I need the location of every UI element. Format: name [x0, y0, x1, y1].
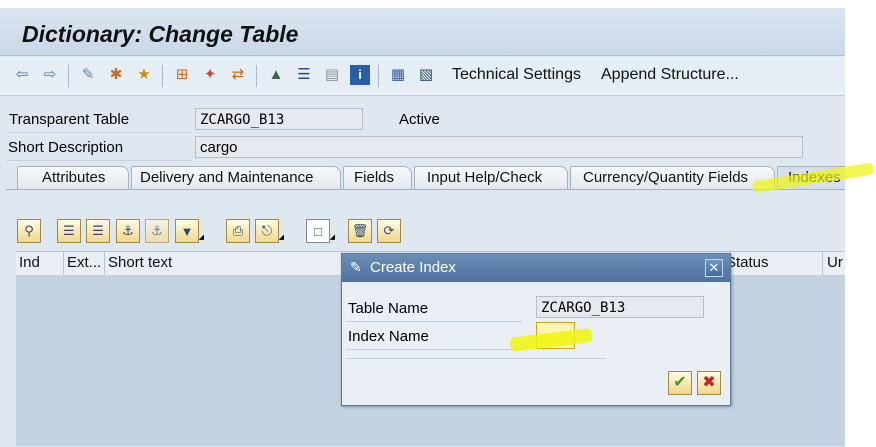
refresh-icon[interactable]: ⟳ — [377, 219, 401, 243]
close-icon[interactable]: ✕ — [705, 259, 723, 277]
technical-settings-button[interactable]: Technical Settings — [452, 66, 581, 84]
back-icon[interactable]: ⇦ — [12, 65, 32, 85]
tab-delivery-maintenance[interactable]: Delivery and Maintenance — [131, 166, 341, 189]
delete-icon[interactable]: 🗑 — [348, 219, 372, 243]
print-icon[interactable]: ⎙ — [226, 219, 250, 243]
label-underline — [346, 321, 522, 322]
checkmark-icon[interactable]: ✔ — [668, 371, 692, 395]
application-toolbar: ⇦ ⇨ ✎ ✱ ★ ⊞ ✦ ⇄ ▲ ☰ ▤ i ▦ ▧ Technical Se… — [0, 57, 845, 96]
column-divider — [822, 252, 823, 275]
tab-fields[interactable]: Fields — [343, 166, 412, 189]
list-icon[interactable]: ▤ — [322, 65, 342, 85]
dialog-title-bar: ✎ Create Index ✕ — [342, 254, 730, 282]
tab-currency-quantity-fields[interactable]: Currency/Quantity Fields — [570, 166, 775, 189]
forward-icon[interactable]: ⇨ — [40, 65, 60, 85]
display-change-icon[interactable]: ✎ — [78, 65, 98, 85]
toolbar-separator — [378, 65, 379, 87]
sort-ascending-icon[interactable]: ☰ — [57, 219, 81, 243]
check-icon[interactable]: ✱ — [106, 65, 126, 85]
tab-strip: Attributes Delivery and Maintenance Fiel… — [0, 163, 845, 190]
toolbar-separator — [68, 65, 69, 87]
label-underline — [6, 160, 192, 161]
dialog-title: Create Index — [370, 259, 456, 276]
column-divider — [63, 252, 64, 275]
label-underline — [346, 349, 522, 350]
tab-input-help-check[interactable]: Input Help/Check — [414, 166, 568, 189]
short-description-label: Short Description — [8, 139, 124, 156]
dialog-divider — [346, 358, 606, 359]
page-title: Dictionary: Change Table — [22, 21, 299, 47]
short-description-field[interactable]: cargo — [195, 136, 803, 158]
tab-attributes[interactable]: Attributes — [17, 166, 129, 189]
column-header-ext[interactable]: Ext... — [67, 254, 101, 271]
table-icon[interactable]: ▧ — [416, 65, 436, 85]
export-icon[interactable]: ⎋ ◢ — [255, 219, 284, 243]
details-icon[interactable]: ⚲ — [17, 219, 41, 243]
column-header-status[interactable]: Status — [726, 254, 769, 271]
filter-icon[interactable]: ▼ ◢ — [175, 219, 204, 243]
dialog-window-icon: ✎ — [350, 259, 362, 275]
hierarchy-icon[interactable]: ▲ — [266, 65, 286, 85]
toolbar-separator — [256, 65, 257, 87]
label-underline — [6, 132, 192, 133]
navigate-icon[interactable]: ⇄ — [228, 65, 248, 85]
find-icon[interactable]: ⚓ — [116, 219, 140, 243]
object-list-icon[interactable]: ✦ — [200, 65, 220, 85]
column-header-short-text[interactable]: Short text — [108, 254, 172, 271]
info-icon[interactable]: i — [350, 65, 370, 85]
column-divider — [104, 252, 105, 275]
column-header-ind[interactable]: Ind — [19, 254, 40, 271]
table-type-label: Transparent Table — [9, 111, 130, 128]
grid-icon[interactable]: ▦ — [388, 65, 408, 85]
sort-descending-icon[interactable]: ☰ — [86, 219, 110, 243]
activate-icon[interactable]: ★ — [134, 65, 154, 85]
table-name-label: Table Name — [348, 300, 429, 317]
title-bar: Dictionary: Change Table — [0, 8, 845, 56]
create-icon[interactable]: □ ◢ — [306, 219, 335, 243]
display-object-icon[interactable]: ☰ — [294, 65, 314, 85]
column-header-ur[interactable]: Ur — [827, 254, 843, 271]
append-structure-button[interactable]: Append Structure... — [601, 66, 739, 84]
right-margin — [845, 0, 876, 446]
table-name-field[interactable]: ZCARGO_B13 — [195, 108, 363, 130]
status-text: Active — [399, 111, 440, 128]
toolbar-separator — [162, 65, 163, 87]
dialog-table-name-field[interactable]: ZCARGO_B13 — [536, 296, 704, 318]
find-next-icon[interactable]: ⚓ — [145, 219, 169, 243]
where-used-icon[interactable]: ⊞ — [172, 65, 192, 85]
index-name-label: Index Name — [348, 328, 429, 345]
cancel-icon[interactable]: ✖ — [697, 371, 721, 395]
